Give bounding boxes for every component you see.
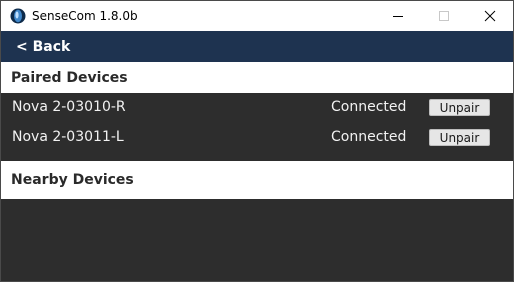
window-title: SenseCom 1.8.0b (32, 9, 138, 23)
paired-devices-title: Paired Devices (11, 69, 128, 86)
nearby-devices-title: Nearby Devices (11, 172, 134, 188)
device-row: Nova 2-03010-R Connected Unpair (1, 93, 513, 123)
nearby-device-list (1, 199, 513, 281)
close-button[interactable] (467, 1, 513, 31)
back-button[interactable]: < Back (16, 39, 70, 55)
window-controls (375, 1, 513, 31)
nav-bar: < Back (1, 31, 513, 62)
unpair-button[interactable]: Unpair (429, 99, 490, 116)
maximize-icon (439, 11, 449, 21)
paired-devices-header: Paired Devices (1, 62, 513, 93)
app-icon (10, 8, 26, 24)
device-status: Connected (331, 99, 407, 115)
minimize-icon (393, 16, 403, 17)
paired-device-list: Nova 2-03010-R Connected Unpair Nova 2-0… (1, 93, 513, 161)
device-row: Nova 2-03011-L Connected Unpair (1, 123, 513, 153)
close-icon (484, 10, 496, 22)
device-name: Nova 2-03010-R (12, 99, 126, 115)
device-name: Nova 2-03011-L (12, 129, 124, 145)
app-window: SenseCom 1.8.0b < Back Paired Devices No… (0, 0, 514, 282)
title-bar[interactable]: SenseCom 1.8.0b (1, 1, 513, 31)
device-status: Connected (331, 129, 407, 145)
minimize-button[interactable] (375, 1, 421, 31)
unpair-button[interactable]: Unpair (429, 129, 490, 146)
nearby-devices-header: Nearby Devices (1, 161, 513, 199)
maximize-button[interactable] (421, 1, 467, 31)
